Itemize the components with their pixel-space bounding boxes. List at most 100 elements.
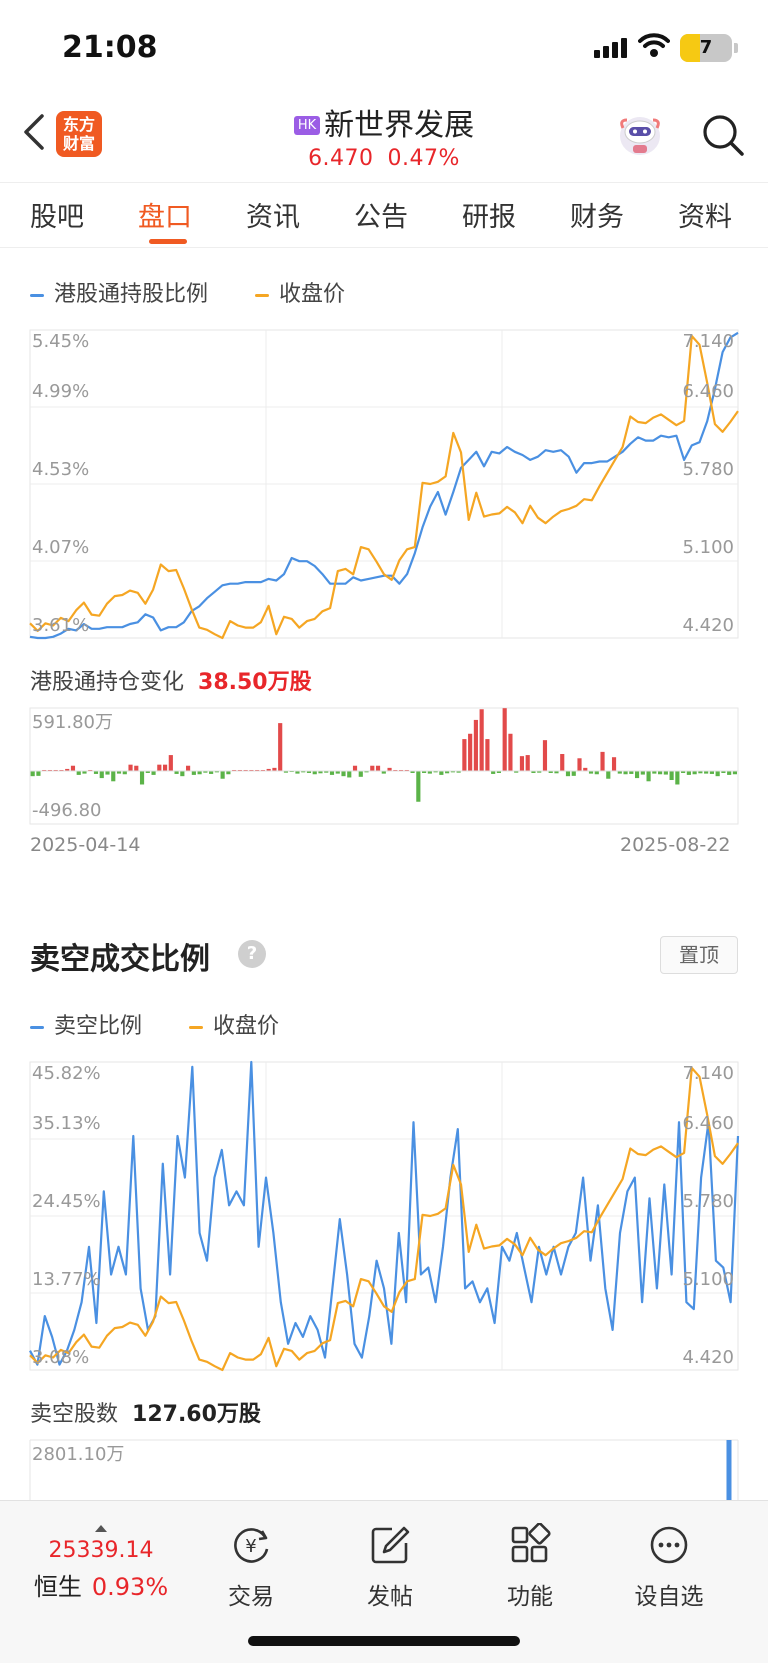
- legend-item-close[interactable]: 收盘价: [189, 1014, 279, 1039]
- bar-positive: [462, 739, 467, 772]
- bar-negative: [571, 771, 576, 776]
- short-left-tick: 3.08%: [32, 1347, 89, 1368]
- stock-header: 东方 财富 HK 新世界发展 6.470 0.47%: [0, 96, 768, 180]
- tab-research[interactable]: 研报: [462, 195, 516, 234]
- index-change: 0.93%: [91, 1573, 169, 1601]
- help-icon[interactable]: ?: [238, 940, 266, 968]
- short-volume-bar: [726, 1440, 732, 1500]
- tab-announcements[interactable]: 公告: [354, 195, 408, 234]
- cellular-signal-icon: [594, 38, 627, 58]
- nav-functions-label: 功能: [507, 1584, 553, 1610]
- holding-left-tick: 4.53%: [32, 459, 89, 480]
- short-right-tick: 4.420: [682, 1347, 734, 1368]
- bar-negative: [76, 771, 81, 775]
- nav-add-watchlist[interactable]: 设自选: [614, 1523, 724, 1611]
- bar-positive: [70, 765, 76, 772]
- expand-caret-icon: [95, 1525, 107, 1532]
- holding-change-label: 港股通持仓变化 38.50万股: [30, 664, 312, 696]
- tab-guba[interactable]: 股吧: [30, 195, 84, 234]
- search-icon[interactable]: [700, 112, 746, 158]
- tab-news[interactable]: 资讯: [246, 195, 300, 234]
- section-title: 卖空成交比例: [30, 942, 210, 977]
- bar-positive: [157, 764, 162, 772]
- tab-pankou[interactable]: 盘口: [138, 195, 192, 234]
- legend-item-holding[interactable]: 港股通持股比例: [30, 282, 208, 307]
- short-right-tick: 7.140: [682, 1063, 734, 1084]
- short-series-0: [29, 1060, 740, 1366]
- holding-right-tick: 4.420: [682, 615, 734, 636]
- date-start: 2025-04-14: [30, 834, 141, 856]
- index-ticker[interactable]: 25339.14 恒生 0.93%: [26, 1525, 176, 1602]
- short-ratio-chart[interactable]: 45.82% 35.13% 24.45% 13.77% 3.08% 7.140 6.460 5…: [0, 1060, 768, 1378]
- stock-change-pct: 0.47%: [387, 146, 460, 171]
- bar-negative: [139, 771, 145, 785]
- bar-positive: [485, 739, 490, 772]
- bar-positive: [168, 755, 173, 772]
- holding-left-tick: 3.61%: [32, 615, 89, 636]
- date-end: 2025-08-22: [620, 834, 731, 856]
- bar-positive: [600, 751, 605, 772]
- legend-label: 收盘价: [213, 1014, 280, 1039]
- bar-positive: [468, 733, 473, 772]
- bar-positive: [525, 755, 530, 772]
- bar-negative: [606, 771, 611, 779]
- holding-change-bar-chart[interactable]: 591.80万 -496.80: [0, 706, 768, 826]
- index-value: 25339.14: [48, 1538, 154, 1563]
- nav-functions[interactable]: 功能: [475, 1522, 585, 1611]
- bar-positive: [577, 758, 582, 772]
- holding-left-tick: 5.45%: [32, 331, 89, 352]
- legend-label: 卖空比例: [54, 1014, 143, 1039]
- bar-negative: [347, 771, 352, 778]
- bar-negative: [329, 771, 335, 775]
- bar-negative: [30, 771, 35, 777]
- bar-negative: [646, 771, 651, 782]
- stock-name: 新世界发展: [324, 108, 475, 143]
- battery-icon: 7: [680, 34, 738, 62]
- apps-icon: [511, 1522, 551, 1563]
- nav-post[interactable]: 发帖: [335, 1523, 445, 1611]
- short-shares-bar-chart[interactable]: 2801.10万: [0, 1438, 768, 1500]
- bar-negative: [358, 771, 363, 777]
- home-indicator: [248, 1636, 520, 1646]
- bars2-max-label: 2801.10万: [32, 1444, 124, 1465]
- stock-price: 6.470: [308, 146, 374, 171]
- stock-tabs: 股吧 盘口 资讯 公告 研报 财务 资料: [0, 182, 768, 248]
- bar-negative: [640, 771, 645, 775]
- tab-finance[interactable]: 财务: [570, 195, 624, 234]
- short-shares-title: 卖空股数: [30, 1402, 119, 1427]
- holding-ratio-chart[interactable]: 5.45% 4.99% 4.53% 4.07% 3.61% 7.140 6.460 5.780…: [0, 328, 768, 646]
- short-shares-value: 127.60万股: [132, 1402, 261, 1427]
- tab-profile[interactable]: 资料: [678, 195, 732, 234]
- battery-level: 7: [699, 37, 713, 58]
- legend-item-close[interactable]: 收盘价: [255, 282, 345, 307]
- nav-trade[interactable]: ¥ 交易: [196, 1523, 306, 1611]
- ai-assistant-icon[interactable]: [615, 110, 665, 158]
- legend-label: 港股通持股比例: [54, 282, 209, 307]
- bar-negative: [669, 771, 674, 781]
- status-time: 21:08: [62, 30, 158, 65]
- status-bar: 21:08 7: [0, 0, 768, 96]
- bar-positive: [479, 709, 484, 772]
- bar-positive: [162, 764, 168, 772]
- bar-positive: [508, 733, 513, 772]
- nav-trade-label: 交易: [228, 1584, 274, 1610]
- index-label: 恒生: [33, 1573, 82, 1601]
- holding-right-tick: 7.140: [682, 331, 734, 352]
- bar-negative: [36, 771, 41, 776]
- bar-negative: [191, 771, 196, 775]
- bar-negative: [180, 771, 185, 777]
- bar-positive: [542, 740, 548, 772]
- holding-series-1: [29, 334, 739, 640]
- short-left-tick: 24.45%: [32, 1191, 101, 1212]
- short-shares-label: 卖空股数 127.60万股: [30, 1396, 261, 1428]
- legend-item-short-ratio[interactable]: 卖空比例: [30, 1014, 142, 1039]
- bar-negative: [99, 771, 104, 779]
- bar-negative: [634, 771, 640, 779]
- short-right-tick: 5.780: [682, 1191, 734, 1212]
- bar-negative: [105, 771, 110, 775]
- pin-top-button[interactable]: 置顶: [660, 936, 738, 974]
- post-icon: [371, 1526, 410, 1564]
- bar-negative: [675, 771, 680, 785]
- bar-negative: [439, 771, 444, 775]
- bar-positive: [370, 765, 375, 772]
